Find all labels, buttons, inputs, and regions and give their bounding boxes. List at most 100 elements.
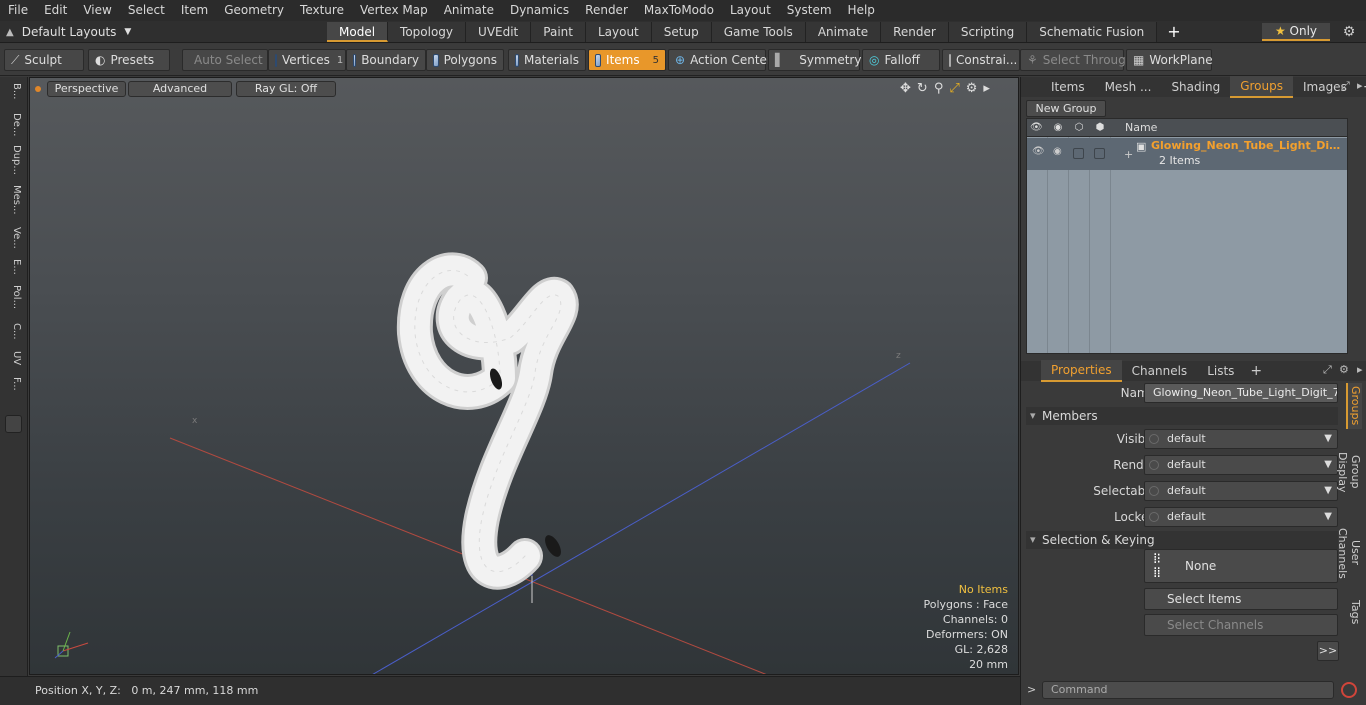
left-tab-mesh-edit[interactable]: Mes... [4, 185, 22, 215]
menu-vertex-map[interactable]: Vertex Map [352, 0, 436, 21]
render-dropdown[interactable]: default ▼ [1144, 455, 1338, 475]
panel-arrow-icon[interactable]: ▸ [1357, 79, 1363, 92]
command-input[interactable]: Command [1042, 681, 1334, 699]
items-button[interactable]: Items 5 [588, 49, 666, 71]
row-render-icon[interactable]: ◉ [1053, 146, 1062, 157]
menu-render[interactable]: Render [577, 0, 636, 21]
left-tab-duplicate[interactable]: Dup... [4, 145, 22, 175]
locked-dropdown[interactable]: default ▼ [1144, 507, 1338, 527]
tab-animate[interactable]: Animate [805, 22, 882, 42]
row-visible-icon[interactable]: 👁 [1032, 146, 1045, 157]
tab-scripting[interactable]: Scripting [948, 22, 1028, 42]
side-tab-user-channels[interactable]: User Channels [1336, 515, 1362, 591]
menu-layout[interactable]: Layout [722, 0, 779, 21]
gear-icon[interactable]: ⚙ [1340, 23, 1358, 41]
row-selectable-checkbox[interactable] [1073, 148, 1084, 159]
tab-properties[interactable]: Properties [1041, 360, 1122, 382]
3d-viewport[interactable]: x z Perspective Advanced Ray GL: Off ✥ ↻… [29, 77, 1019, 675]
add-properties-tab-icon[interactable]: + [1244, 363, 1268, 379]
selectable-dropdown[interactable]: default ▼ [1144, 481, 1338, 501]
tab-setup[interactable]: Setup [651, 22, 712, 42]
viewport-settings-icon[interactable]: ⚙ [966, 81, 978, 96]
menu-edit[interactable]: Edit [36, 0, 75, 21]
eye-icon[interactable]: 👁 [1030, 122, 1043, 134]
fit-view-icon[interactable]: ⤢ [949, 81, 959, 96]
side-tab-tags[interactable]: Tags [1346, 597, 1362, 627]
perspective-dropdown[interactable]: Perspective [47, 81, 126, 97]
workplane-button[interactable]: ▦ WorkPlane [1126, 49, 1213, 71]
select-lock-icon[interactable]: ⬡ [1073, 122, 1085, 134]
select-items-button[interactable]: Select Items [1144, 588, 1338, 610]
rotate-view-icon[interactable]: ↻ [917, 81, 928, 96]
left-tab-uv[interactable]: UV [4, 351, 22, 365]
side-tab-group-display[interactable]: Group Display [1336, 435, 1362, 509]
tab-render[interactable]: Render [881, 22, 949, 42]
left-tab-curve[interactable]: C... [4, 323, 22, 340]
expand-icon[interactable]: + [1124, 148, 1133, 161]
left-tab-basic[interactable]: B... [4, 83, 22, 99]
tab-lists[interactable]: Lists [1197, 361, 1244, 381]
new-group-button[interactable]: New Group [1026, 100, 1106, 117]
left-tab-fusion[interactable]: F... [4, 377, 22, 391]
left-tab-polygon[interactable]: Pol... [4, 285, 22, 309]
render-icon[interactable]: ◉ [1052, 122, 1064, 134]
tab-groups[interactable]: Groups [1230, 76, 1293, 98]
left-tab-vertex[interactable]: Ve... [4, 227, 22, 249]
tab-shading[interactable]: Shading [1161, 77, 1230, 97]
viewport-expand-icon[interactable]: ▸ [983, 81, 990, 96]
tab-layout[interactable]: Layout [585, 22, 652, 42]
viewport-canvas[interactable]: x z [30, 78, 1019, 675]
properties-gear-icon[interactable]: ⚙ [1339, 363, 1349, 376]
menu-file[interactable]: File [0, 0, 36, 21]
tab-uvedit[interactable]: UVEdit [466, 22, 532, 42]
group-list[interactable]: 👁 ◉ ⬡ ⬢ Name 👁 ◉ + ▣ Glowing_Neon_Tube_L… [1026, 118, 1348, 354]
layout-selector[interactable]: ▲ Default Layouts ▼ [6, 23, 131, 41]
sculpt-button[interactable]: ⟋ Sculpt [4, 49, 84, 71]
tab-paint[interactable]: Paint [531, 22, 586, 42]
menu-dynamics[interactable]: Dynamics [502, 0, 577, 21]
selection-keying-section-header[interactable]: Selection & Keying [1026, 531, 1338, 549]
menu-help[interactable]: Help [840, 0, 883, 21]
record-icon[interactable] [1341, 682, 1357, 698]
auto-select-button[interactable]: Auto Select [182, 49, 268, 71]
properties-expand-icon[interactable]: ⤢ [1323, 363, 1332, 377]
left-tab-extra-button[interactable] [5, 415, 22, 433]
left-tab-edge[interactable]: E... [4, 259, 22, 275]
presets-button[interactable]: ◐ Presets [88, 49, 170, 71]
menu-geometry[interactable]: Geometry [216, 0, 292, 21]
tab-game-tools[interactable]: Game Tools [711, 22, 806, 42]
left-tab-deform[interactable]: De... [4, 113, 22, 136]
polygons-button[interactable]: Polygons [426, 49, 504, 71]
tab-items[interactable]: Items [1041, 77, 1095, 97]
lock-icon[interactable]: ⬢ [1094, 122, 1106, 134]
viewport-menu-dot-icon[interactable] [35, 86, 41, 92]
materials-button[interactable]: Materials [508, 49, 586, 71]
key-mode-none-button[interactable]: ⁞⁝ ⁞⁞ None [1144, 549, 1338, 583]
menu-select[interactable]: Select [120, 0, 173, 21]
shading-dropdown[interactable]: Advanced [128, 81, 232, 97]
select-channels-button[interactable]: Select Channels [1144, 614, 1338, 636]
tab-model[interactable]: Model [327, 22, 389, 42]
add-tab-icon[interactable]: + [1157, 22, 1190, 42]
properties-arrow-icon[interactable]: ▸ [1357, 363, 1363, 376]
vertices-button[interactable]: Vertices 1 [268, 49, 346, 71]
members-section-header[interactable]: Members [1026, 407, 1338, 425]
select-through-button[interactable]: ⚘ Select Through [1020, 49, 1133, 71]
only-button[interactable]: ★ Only [1262, 23, 1330, 41]
tab-topology[interactable]: Topology [388, 22, 467, 42]
name-field[interactable]: Glowing_Neon_Tube_Light_Digit_7 (3) [1144, 383, 1338, 403]
menu-texture[interactable]: Texture [292, 0, 352, 21]
tab-mesh[interactable]: Mesh ... [1095, 77, 1162, 97]
move-view-icon[interactable]: ✥ [900, 81, 911, 96]
raygl-toggle[interactable]: Ray GL: Off [236, 81, 336, 97]
falloff-button[interactable]: ◎ Falloff [862, 49, 940, 71]
neon-tube-mesh[interactable] [396, 252, 579, 590]
menu-item[interactable]: Item [173, 0, 216, 21]
menu-view[interactable]: View [75, 0, 119, 21]
row-locked-checkbox[interactable] [1094, 148, 1105, 159]
menu-maxtomodo[interactable]: MaxToModo [636, 0, 722, 21]
panel-expand-icon[interactable]: ⤢ [1341, 79, 1350, 93]
group-row[interactable]: 👁 ◉ + ▣ Glowing_Neon_Tube_Light_Digit_7 … [1027, 138, 1347, 170]
zoom-view-icon[interactable]: ⚲ [934, 81, 944, 96]
boundary-button[interactable]: Boundary [346, 49, 426, 71]
